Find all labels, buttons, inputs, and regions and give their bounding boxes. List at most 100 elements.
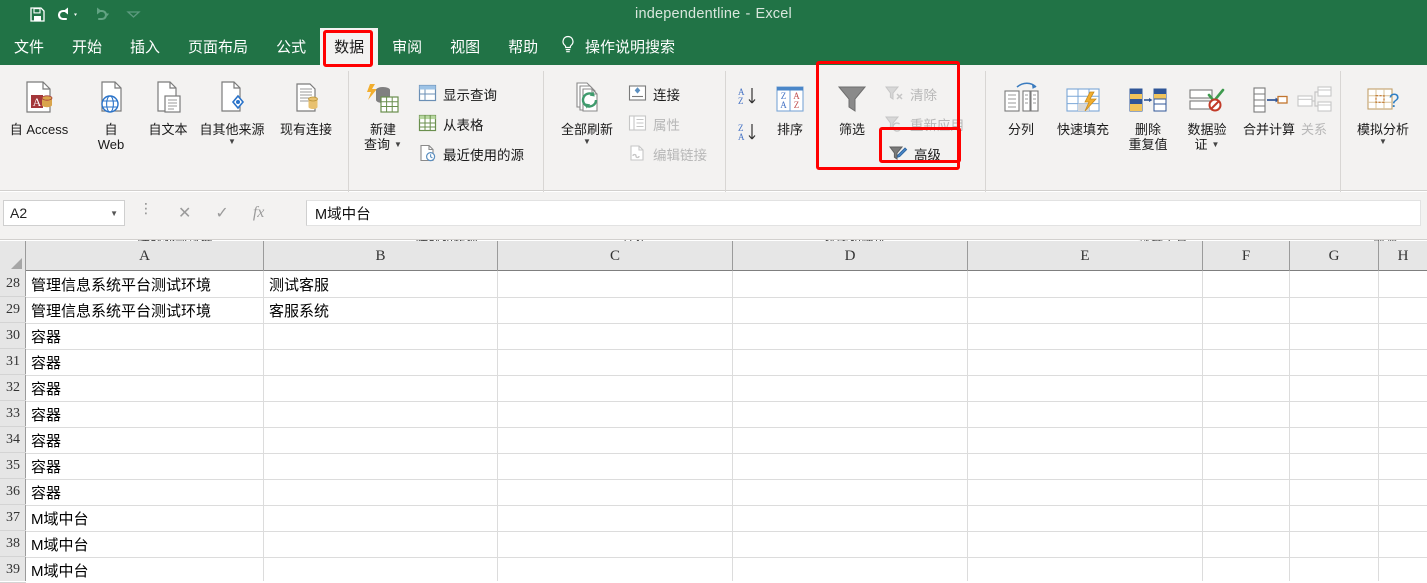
name-box-chevron-down-icon[interactable]: ▼ [110,209,118,218]
tab-formulas[interactable]: 公式 [262,28,320,65]
cell-b32[interactable] [265,375,497,401]
advanced-filter-button[interactable]: 高级 [888,143,941,165]
from-table-button[interactable]: 从表格 [418,113,484,135]
cell-b37[interactable] [265,505,497,531]
row-header-38[interactable]: 38 [0,531,26,557]
cell-b36[interactable] [265,479,497,505]
tab-review[interactable]: 审阅 [378,28,436,65]
tab-view[interactable]: 视图 [436,28,494,65]
cell-a37[interactable]: M域中台 [27,505,263,531]
cell-b30[interactable] [265,323,497,349]
new-query-button[interactable]: 新建 查询 ▼ [352,77,414,152]
what-if-analysis-chevron-down-icon[interactable]: ▼ [1379,138,1387,146]
filter-button[interactable]: 筛选 [824,77,880,137]
column-header-c[interactable]: C [498,241,733,271]
connections-button[interactable]: 连接 [628,83,680,105]
from-access-button[interactable]: A 自 Access [2,77,76,137]
what-if-analysis-label: 模拟分析 [1356,122,1409,137]
flash-fill-button[interactable]: 快速填充 [1048,77,1118,137]
column-header-b[interactable]: B [264,241,498,271]
row-header-33[interactable]: 33 [0,401,26,427]
from-table-label: 从表格 [443,118,484,133]
refresh-all-chevron-down-icon[interactable]: ▼ [583,138,591,146]
from-web-label-line2: Web [97,137,125,152]
row-header-29[interactable]: 29 [0,297,26,323]
name-box[interactable]: A2 ▼ [3,200,125,226]
cell-b38[interactable] [265,531,497,557]
tab-insert[interactable]: 插入 [116,28,174,65]
tab-home[interactable]: 开始 [58,28,116,65]
data-validation-button[interactable]: 数据验 证 ▼ [1178,77,1236,152]
clear-filter-button: 清除 [884,83,937,105]
properties-button: 属性 [628,113,680,135]
cell-b33[interactable] [265,401,497,427]
cell-a29[interactable]: 管理信息系统平台测试环境 [27,297,263,323]
remove-duplicates-button[interactable]: 删除 重复值 [1118,77,1178,152]
spreadsheet-grid: A B C D E F G H 28 29 30 31 32 33 34 35 … [0,241,1427,583]
existing-connections-button[interactable]: 现有连接 [264,77,348,137]
cell-a39[interactable]: M域中台 [27,557,263,583]
ribbon: A 自 Access 自 Web 自文本 自其他来源 ▼ 现有连接 获取外部数据 [0,65,1427,248]
insert-function-icon[interactable]: fx [253,204,265,222]
row-header-30[interactable]: 30 [0,323,26,349]
cell-a28[interactable]: 管理信息系统平台测试环境 [27,271,263,297]
cancel-icon[interactable]: ✕ [178,203,191,223]
show-queries-button[interactable]: 显示查询 [418,83,497,105]
cell-b35[interactable] [265,453,497,479]
cell-b28[interactable]: 测试客服 [265,271,497,297]
row-header-34[interactable]: 34 [0,427,26,453]
cell-a32[interactable]: 容器 [27,375,263,401]
column-header-a[interactable]: A [26,241,264,271]
tab-data[interactable]: 数据 [320,28,379,65]
row-header-28[interactable]: 28 [0,271,26,297]
cell-a30[interactable]: 容器 [27,323,263,349]
what-if-analysis-button[interactable]: ? 模拟分析 ▼ [1350,77,1416,146]
cell-b31[interactable] [265,349,497,375]
column-header-e[interactable]: E [968,241,1203,271]
column-header-f[interactable]: F [1203,241,1290,271]
cell-a31[interactable]: 容器 [27,349,263,375]
column-header-d[interactable]: D [733,241,968,271]
tell-me-search[interactable]: 操作说明搜索 [560,28,675,65]
cell-b34[interactable] [265,427,497,453]
text-to-columns-icon [999,77,1043,119]
formula-input[interactable]: M域中台 [306,200,1421,226]
tab-page-layout[interactable]: 页面布局 [174,28,262,65]
sort-descending-button[interactable]: ZA [736,121,762,150]
data-validation-chevron-down-icon[interactable]: ▼ [1212,141,1220,149]
column-header-h[interactable]: H [1379,241,1427,271]
relationships-label: 关系 [1300,122,1327,137]
row-header-36[interactable]: 36 [0,479,26,505]
column-header-g[interactable]: G [1290,241,1379,271]
refresh-all-button[interactable]: 全部刷新 ▼ [549,77,625,146]
row-header-37[interactable]: 37 [0,505,26,531]
row-header-35[interactable]: 35 [0,453,26,479]
cell-a38[interactable]: M域中台 [27,531,263,557]
new-query-chevron-down-icon[interactable]: ▼ [394,141,402,149]
from-other-sources-chevron-down-icon[interactable]: ▼ [228,138,236,146]
recent-sources-button[interactable]: 最近使用的源 [418,143,524,165]
cell-a36[interactable]: 容器 [27,479,263,505]
gridline-col-a [263,271,264,581]
cell-a33[interactable]: 容器 [27,401,263,427]
cell-a34[interactable]: 容器 [27,427,263,453]
row-header-32[interactable]: 32 [0,375,26,401]
text-to-columns-button[interactable]: 分列 [992,77,1050,137]
cell-b29[interactable]: 客服系统 [265,297,497,323]
refresh-all-label: 全部刷新 [560,122,613,137]
select-all-corner[interactable] [0,241,26,271]
tab-help[interactable]: 帮助 [494,28,552,65]
cell-a35[interactable]: 容器 [27,453,263,479]
data-validation-icon [1185,77,1229,119]
cell-b39[interactable] [265,557,497,583]
sort-button[interactable]: ZAAZ 排序 [766,77,814,137]
sort-ascending-button[interactable]: AZ [736,85,762,114]
gridline-col-c [732,271,733,581]
row-header-31[interactable]: 31 [0,349,26,375]
tab-file[interactable]: 文件 [0,28,58,65]
enter-icon[interactable]: ✓ [215,203,228,223]
connections-label: 连接 [653,88,680,103]
formula-bar-grip[interactable]: ⋮ [139,201,153,215]
row-header-39[interactable]: 39 [0,557,26,583]
gridline-col-d [967,271,968,581]
